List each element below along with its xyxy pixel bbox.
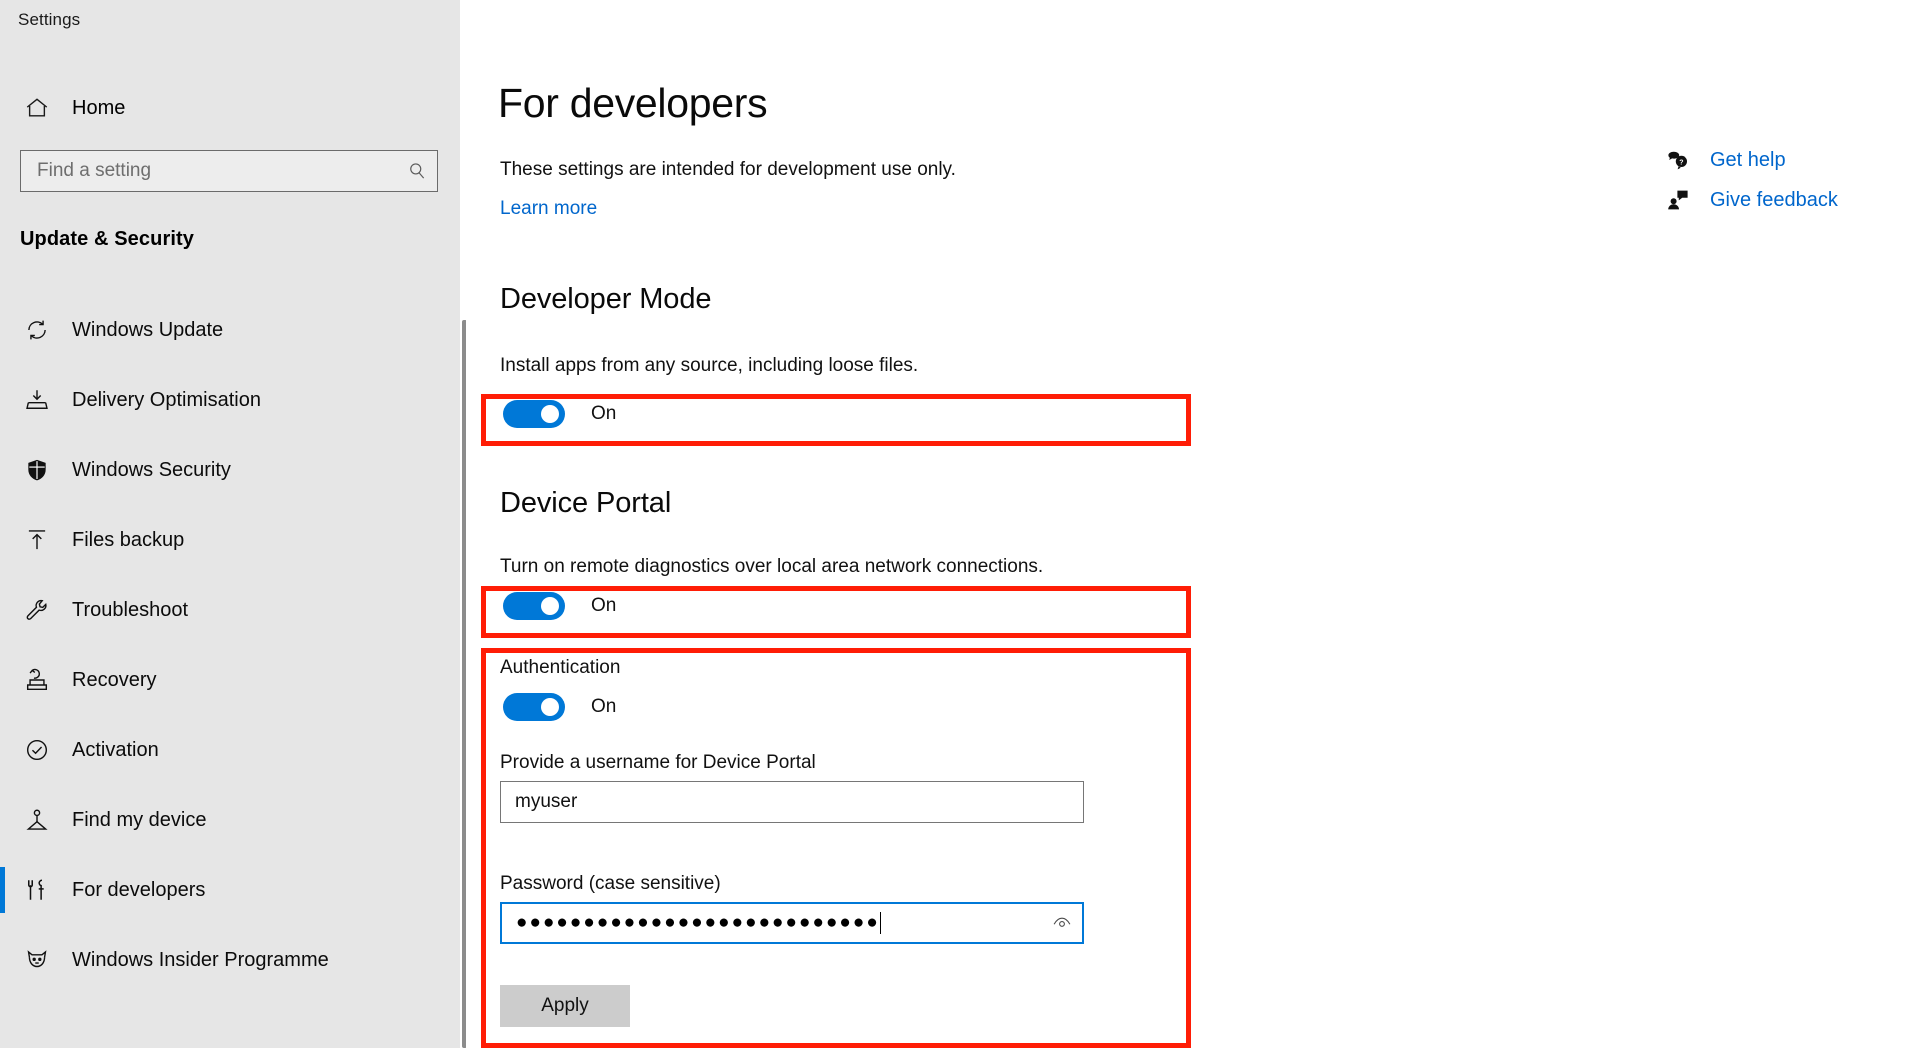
developer-mode-heading: Developer Mode [500,283,711,316]
selection-indicator [0,937,5,983]
password-field-label: Password (case sensitive) [500,873,721,895]
sidebar-item-label: Files backup [72,529,184,552]
selection-indicator [0,587,5,633]
developer-mode-toggle[interactable] [503,400,565,428]
sidebar-item-troubleshoot[interactable]: Troubleshoot [0,575,466,645]
sidebar-item-find-my-device[interactable]: Find my device [0,785,466,855]
sidebar-item-windows-insider-programme[interactable]: Windows Insider Programme [0,925,466,995]
help-bubble-icon: ? [1660,148,1696,172]
password-field[interactable]: ●●●●●●●●●●●●●●●●●●●●●●●●●●● [500,902,1084,944]
developer-mode-description: Install apps from any source, including … [500,355,918,377]
sidebar-item-label: Activation [72,739,159,762]
sidebar-item-label: Troubleshoot [72,599,188,622]
selection-indicator [0,727,5,773]
sidebar: Settings Home Update & Security [0,0,466,1048]
sidebar-item-for-developers[interactable]: For developers [0,855,466,925]
wrench-icon [14,597,60,623]
feedback-person-icon [1660,188,1696,212]
insider-cat-icon [14,947,60,973]
sidebar-item-label: Windows Insider Programme [72,949,329,972]
sidebar-category-title: Update & Security [20,228,194,251]
username-field-label: Provide a username for Device Portal [500,752,816,774]
shield-icon [14,457,60,483]
sidebar-item-delivery-optimisation[interactable]: Delivery Optimisation [0,365,466,435]
device-portal-heading: Device Portal [500,487,671,520]
sidebar-item-activation[interactable]: Activation [0,715,466,785]
sidebar-item-windows-update[interactable]: Windows Update [0,295,466,365]
home-icon [14,95,60,121]
get-help-link[interactable]: ? Get help [1660,140,1890,180]
device-portal-toggle-state: On [591,595,616,617]
check-circle-icon [14,737,60,763]
selection-indicator [0,797,5,843]
page-subtitle: These settings are intended for developm… [500,159,956,181]
sidebar-item-label: Windows Security [72,459,231,482]
window-title: Settings [18,10,80,30]
sync-refresh-icon [14,317,60,343]
sidebar-item-label: Delivery Optimisation [72,389,261,412]
sidebar-nav-list: Windows Update Delivery Optimisation [0,295,466,995]
toggle-knob [541,597,559,615]
give-feedback-link[interactable]: Give feedback [1660,180,1890,220]
location-person-icon [14,807,60,833]
tools-icon [14,877,60,903]
eye-reveal-icon[interactable] [1042,904,1082,942]
search-input[interactable] [21,160,397,182]
password-masked-value: ●●●●●●●●●●●●●●●●●●●●●●●●●●● [502,912,1042,934]
device-portal-description: Turn on remote diagnostics over local ar… [500,556,1043,578]
username-field[interactable] [500,781,1084,823]
give-feedback-label: Give feedback [1710,189,1838,212]
selection-indicator [0,307,5,353]
sidebar-item-recovery[interactable]: Recovery [0,645,466,715]
sidebar-item-home[interactable]: Home [0,84,466,132]
download-tray-icon [14,387,60,413]
selection-indicator [0,867,5,913]
device-portal-toggle-row: On [503,592,616,620]
get-help-label: Get help [1710,149,1786,172]
page-title: For developers [498,80,767,127]
selection-indicator [0,447,5,493]
apply-button[interactable]: Apply [500,985,630,1027]
sidebar-item-home-label: Home [72,97,125,120]
sidebar-item-label: Windows Update [72,319,223,342]
recovery-icon [14,667,60,693]
upload-arrow-icon [14,527,60,553]
device-portal-toggle[interactable] [503,592,565,620]
selection-indicator [0,657,5,703]
svg-text:?: ? [1679,159,1683,166]
search-icon[interactable] [397,151,437,191]
help-links-group: ? Get help Give feedback [1660,140,1890,220]
sidebar-item-label: Recovery [72,669,156,692]
authentication-toggle[interactable] [503,693,565,721]
selection-indicator [0,517,5,563]
sidebar-item-label: Find my device [72,809,207,832]
toggle-knob [541,405,559,423]
developer-mode-toggle-state: On [591,403,616,425]
selection-indicator [0,377,5,423]
search-box[interactable] [20,150,438,192]
learn-more-link[interactable]: Learn more [500,198,597,220]
sidebar-item-files-backup[interactable]: Files backup [0,505,466,575]
authentication-toggle-row: On [503,693,616,721]
developer-mode-toggle-row: On [503,400,616,428]
authentication-toggle-state: On [591,696,616,718]
sidebar-item-windows-security[interactable]: Windows Security [0,435,466,505]
text-cursor [880,912,881,934]
authentication-heading: Authentication [500,657,620,679]
username-input[interactable] [501,791,1083,813]
toggle-knob [541,698,559,716]
sidebar-item-label: For developers [72,879,205,902]
settings-window: Settings Home Update & Security [0,0,1918,1048]
